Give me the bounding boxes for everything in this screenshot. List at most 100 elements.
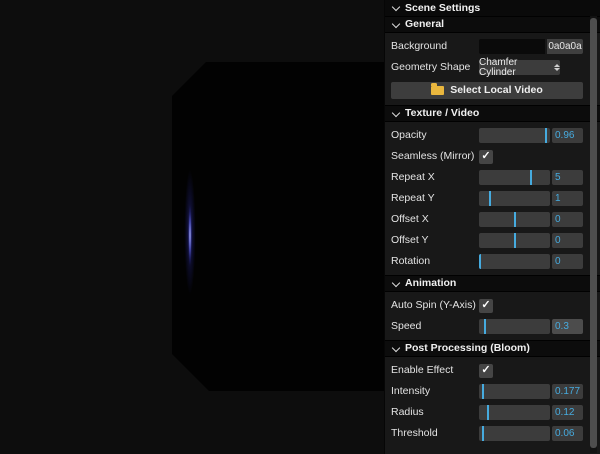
panel-title-bar[interactable]: Scene Settings: [385, 0, 600, 16]
widget-area: ✓: [479, 363, 583, 378]
chevron-down-icon: [392, 110, 400, 118]
threshold-slider[interactable]: [479, 426, 550, 441]
control-row-intensity: Intensity 0.177: [385, 381, 600, 402]
threshold-value-input[interactable]: 0.06: [552, 426, 583, 441]
panel-title: Scene Settings: [405, 3, 480, 14]
repeat-x-value-input[interactable]: 5: [552, 170, 583, 185]
auto-spin-checkbox[interactable]: ✓: [479, 299, 493, 313]
repeat-x-slider[interactable]: [479, 170, 550, 185]
widget-area: 1: [479, 191, 583, 206]
folder-animation: Animation Auto Spin (Y-Axis) ✓ Speed: [385, 275, 600, 340]
folder-title-animation[interactable]: Animation: [385, 275, 600, 292]
panel-scrollbar[interactable]: [590, 16, 597, 453]
control-row-enable-effect: Enable Effect ✓: [385, 360, 600, 381]
slider-marker[interactable]: [545, 128, 547, 143]
widget-area: 0.12: [479, 405, 583, 420]
folder-content: Auto Spin (Y-Axis) ✓ Speed 0.3: [385, 292, 600, 340]
widget-area: 0.96: [479, 128, 583, 143]
folder-texture-video: Texture / Video Opacity 0.96 Seamless (M…: [385, 105, 600, 275]
chevron-down-icon: [392, 21, 400, 29]
radius-value-input[interactable]: 0.12: [552, 405, 583, 420]
offset-y-value-input[interactable]: 0: [552, 233, 583, 248]
widget-area: 0: [479, 254, 583, 269]
repeat-y-slider[interactable]: [479, 191, 550, 206]
slider-marker[interactable]: [479, 254, 481, 269]
folder-icon: [431, 86, 444, 95]
control-label: Auto Spin (Y-Axis): [391, 300, 479, 311]
scrollbar-thumb[interactable]: [590, 18, 597, 448]
offset-y-slider[interactable]: [479, 233, 550, 248]
slider-marker[interactable]: [489, 191, 491, 206]
button-label: Select Local Video: [450, 84, 543, 96]
opacity-slider[interactable]: [479, 128, 550, 143]
control-label: Enable Effect: [391, 365, 479, 376]
control-row-speed: Speed 0.3: [385, 316, 600, 337]
control-row-opacity: Opacity 0.96: [385, 125, 600, 146]
rotation-value-input[interactable]: 0: [552, 254, 583, 269]
slider-marker[interactable]: [484, 319, 486, 334]
check-icon: ✓: [481, 300, 490, 311]
geometry-shape-select[interactable]: Chamfer Cylinder: [479, 60, 560, 75]
bloom-glow-highlight: [176, 147, 204, 317]
folder-content: Opacity 0.96 Seamless (Mirror) ✓: [385, 122, 600, 275]
folder-title-label: General: [405, 19, 444, 30]
control-label: Radius: [391, 407, 479, 418]
offset-x-value-input[interactable]: 0: [552, 212, 583, 227]
intensity-value-input[interactable]: 0.177: [552, 384, 583, 399]
slider-marker[interactable]: [482, 426, 484, 441]
folder-title-label: Animation: [405, 278, 456, 289]
folder-post-processing: Post Processing (Bloom) Enable Effect ✓ …: [385, 340, 600, 447]
app-window: Scene Settings General Background 0a0a0a…: [0, 0, 600, 454]
control-row-repeat-x: Repeat X 5: [385, 167, 600, 188]
opacity-value-input[interactable]: 0.96: [552, 128, 583, 143]
slider-marker[interactable]: [514, 233, 516, 248]
folder-title-general[interactable]: General: [385, 16, 600, 33]
control-row-geometry-shape: Geometry Shape Chamfer Cylinder: [385, 57, 600, 78]
slider-marker[interactable]: [530, 170, 532, 185]
check-icon: ✓: [481, 151, 490, 162]
widget-area: 0: [479, 212, 583, 227]
control-label: Rotation: [391, 256, 479, 267]
radius-slider[interactable]: [479, 405, 550, 420]
folder-title-label: Texture / Video: [405, 108, 479, 119]
control-label: Geometry Shape: [391, 62, 479, 73]
control-label: Offset X: [391, 214, 479, 225]
control-row-repeat-y: Repeat Y 1: [385, 188, 600, 209]
rotation-slider[interactable]: [479, 254, 550, 269]
widget-area: 5: [479, 170, 583, 185]
slider-marker[interactable]: [487, 405, 489, 420]
control-row-offset-x: Offset X 0: [385, 209, 600, 230]
control-label: Threshold: [391, 428, 479, 439]
control-label: Repeat X: [391, 172, 479, 183]
intensity-slider[interactable]: [479, 384, 550, 399]
speed-value-input[interactable]: 0.3: [552, 319, 583, 334]
control-label: Background: [391, 41, 479, 52]
enable-effect-checkbox[interactable]: ✓: [479, 364, 493, 378]
folder-general: General Background 0a0a0a Geometry Shape…: [385, 16, 600, 105]
check-icon: ✓: [481, 365, 490, 376]
control-label: Opacity: [391, 130, 479, 141]
repeat-y-value-input[interactable]: 1: [552, 191, 583, 206]
control-row-threshold: Threshold 0.06: [385, 423, 600, 444]
slider-marker[interactable]: [514, 212, 516, 227]
color-hex-input[interactable]: 0a0a0a: [547, 39, 583, 54]
widget-area: 0.06: [479, 426, 583, 441]
control-label: Speed: [391, 321, 479, 332]
select-value: Chamfer Cylinder: [479, 58, 550, 78]
folder-title-texture-video[interactable]: Texture / Video: [385, 105, 600, 122]
control-row-select-video: Select Local Video: [385, 78, 600, 102]
control-label: Seamless (Mirror): [391, 151, 479, 162]
widget-area: ✓: [479, 298, 583, 313]
offset-x-slider[interactable]: [479, 212, 550, 227]
speed-slider[interactable]: [479, 319, 550, 334]
slider-marker[interactable]: [482, 384, 484, 399]
seamless-checkbox[interactable]: ✓: [479, 150, 493, 164]
select-local-video-button[interactable]: Select Local Video: [391, 82, 583, 99]
folder-title-label: Post Processing (Bloom): [405, 343, 530, 354]
control-row-background: Background 0a0a0a: [385, 36, 600, 57]
3d-viewport[interactable]: [0, 0, 384, 454]
folder-title-post-processing[interactable]: Post Processing (Bloom): [385, 340, 600, 357]
control-row-auto-spin: Auto Spin (Y-Axis) ✓: [385, 295, 600, 316]
widget-area: ✓: [479, 149, 583, 164]
color-swatch[interactable]: [479, 39, 545, 54]
